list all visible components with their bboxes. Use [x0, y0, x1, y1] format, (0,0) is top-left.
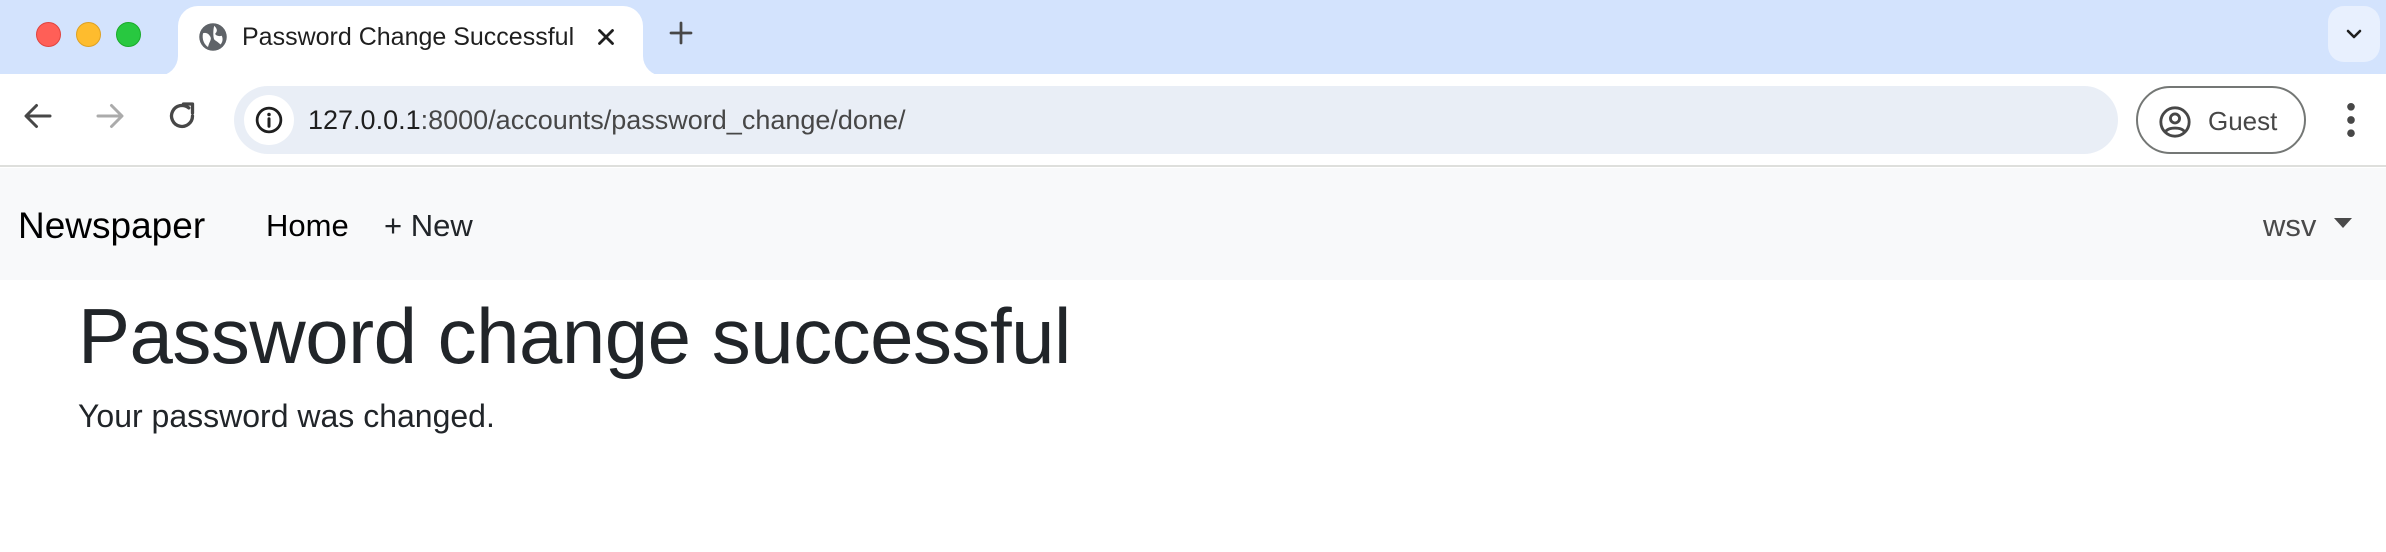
nav-link-home[interactable]: Home [266, 206, 349, 246]
tab-strip: Password Change Successful [0, 0, 2386, 76]
account-circle-icon [2159, 106, 2191, 138]
url-host: 127.0.0.1 [308, 105, 421, 135]
profile-button[interactable]: Guest [2136, 86, 2306, 154]
window-close-button[interactable] [36, 22, 61, 47]
chevron-down-icon [2346, 29, 2362, 39]
tab-search-button[interactable] [2328, 6, 2380, 62]
url-text: 127.0.0.1:8000/accounts/password_change/… [308, 105, 905, 135]
globe-icon [199, 23, 227, 51]
close-tab-icon[interactable] [593, 24, 619, 50]
window-maximize-button[interactable] [116, 22, 141, 47]
url-path: :8000/accounts/password_change/done/ [420, 105, 906, 135]
profile-label: Guest [2208, 106, 2278, 136]
back-arrow-icon[interactable] [20, 98, 56, 134]
forward-arrow-icon[interactable] [92, 98, 128, 134]
caret-down-icon[interactable] [2334, 218, 2352, 228]
new-tab-icon[interactable] [666, 18, 696, 48]
tab-title: Password Change Successful [242, 23, 575, 51]
info-icon [255, 106, 283, 134]
browser-tab-active[interactable]: Password Change Successful [178, 6, 643, 76]
nav-link-new[interactable]: + New [384, 206, 473, 246]
address-bar[interactable]: 127.0.0.1:8000/accounts/password_change/… [234, 86, 2118, 154]
more-vert-icon[interactable] [2336, 98, 2366, 142]
site-navbar: Newspaper Home + New wsv [0, 168, 2386, 280]
window-minimize-button[interactable] [76, 22, 101, 47]
page-title: Password change successful [78, 292, 1071, 380]
site-info-button[interactable] [244, 95, 294, 145]
user-dropdown[interactable]: wsv [2263, 206, 2316, 246]
browser-toolbar: 127.0.0.1:8000/accounts/password_change/… [0, 74, 2386, 167]
reload-icon[interactable] [164, 98, 200, 134]
status-message: Your password was changed. [78, 398, 495, 434]
brand-link[interactable]: Newspaper [18, 204, 205, 248]
